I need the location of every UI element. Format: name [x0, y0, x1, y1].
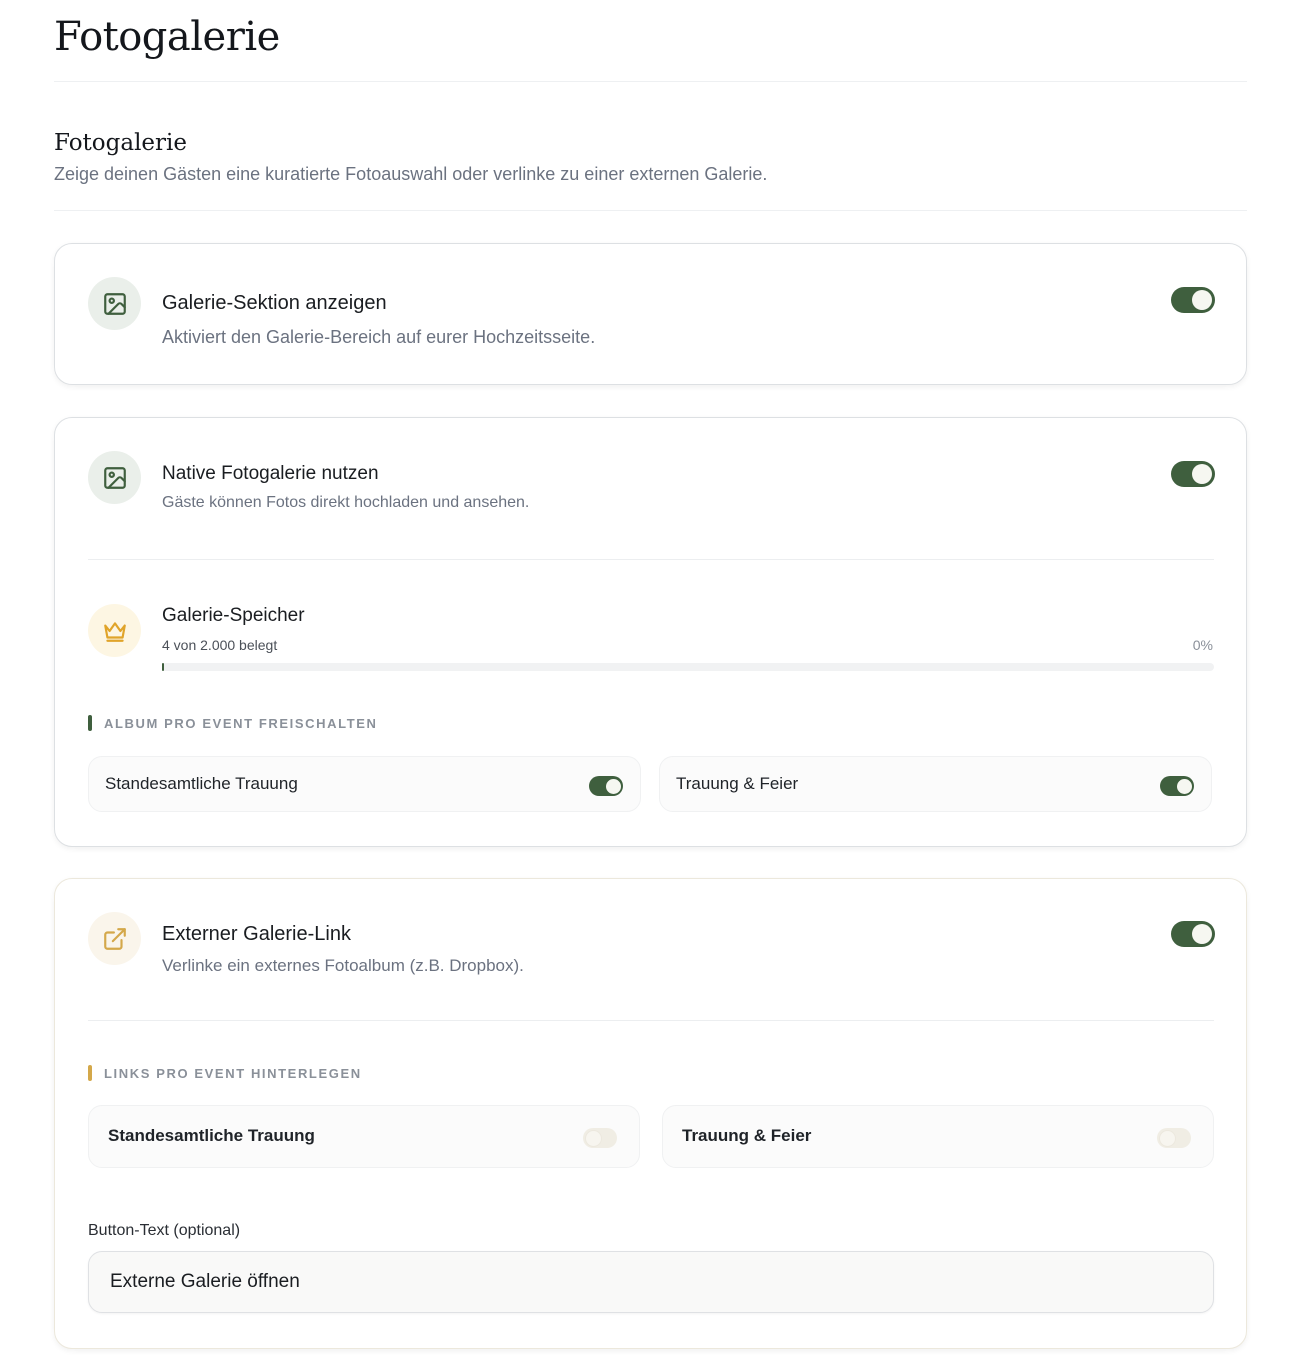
- event-label: Trauung & Feier: [676, 774, 799, 793]
- toggle-knob: [605, 778, 621, 794]
- divider: [88, 559, 1214, 560]
- page-title: Fotogalerie: [54, 14, 280, 60]
- external-link-icon: [88, 912, 141, 965]
- links-heading-text: LINKS PRO EVENT HINTERLEGEN: [104, 1066, 362, 1081]
- event-pill-feier: Trauung & Feier: [659, 756, 1212, 812]
- link-toggle-standesamt[interactable]: [583, 1128, 617, 1148]
- native-gallery-subtitle: Gäste können Fotos direkt hochladen und …: [162, 494, 530, 511]
- toggle-knob: [1192, 290, 1212, 310]
- links-heading: LINKS PRO EVENT HINTERLEGEN: [88, 1065, 362, 1081]
- section-title: Fotogalerie: [54, 130, 188, 156]
- storage-progress-bar: [162, 663, 1214, 671]
- event-toggle-standesamt[interactable]: [589, 776, 623, 796]
- show-section-title: Galerie-Sektion anzeigen: [162, 292, 387, 314]
- image-icon: [88, 277, 141, 330]
- storage-usage-text: 4 von 2.000 belegt: [162, 637, 278, 653]
- crown-icon: [88, 604, 141, 657]
- external-link-subtitle: Verlinke ein externes Fotoalbum (z.B. Dr…: [162, 956, 524, 975]
- event-label: Standesamtliche Trauung: [105, 774, 298, 793]
- toggle-knob: [1159, 1130, 1175, 1146]
- event-label: Trauung & Feier: [682, 1126, 812, 1145]
- event-label: Standesamtliche Trauung: [108, 1126, 315, 1145]
- heading-accent-bar: [88, 1065, 92, 1081]
- show-section-subtitle: Aktiviert den Galerie-Bereich auf eurer …: [162, 327, 596, 347]
- event-pill-standesamt: Standesamtliche Trauung: [88, 756, 641, 812]
- event-toggle-feier[interactable]: [1160, 776, 1194, 796]
- show-section-toggle[interactable]: [1171, 287, 1215, 313]
- button-text-input[interactable]: [88, 1251, 1214, 1313]
- toggle-knob: [585, 1130, 601, 1146]
- storage-percent: 0%: [1192, 637, 1213, 653]
- toggle-knob: [1192, 924, 1212, 944]
- link-toggle-feier[interactable]: [1157, 1128, 1191, 1148]
- link-pill-feier: Trauung & Feier: [662, 1105, 1214, 1168]
- album-heading: ALBUM PRO EVENT FREISCHALTEN: [88, 715, 378, 731]
- toggle-knob: [1192, 464, 1212, 484]
- divider: [88, 1020, 1214, 1021]
- native-gallery-title: Native Fotogalerie nutzen: [162, 463, 379, 484]
- external-link-title: Externer Galerie-Link: [162, 923, 351, 945]
- storage-progress-fill: [162, 663, 165, 671]
- heading-accent-bar: [88, 715, 92, 731]
- album-heading-text: ALBUM PRO EVENT FREISCHALTEN: [104, 716, 378, 731]
- storage-title: Galerie-Speicher: [162, 605, 305, 626]
- button-text-label: Button-Text (optional): [88, 1222, 241, 1239]
- card-show-section: Galerie-Sektion anzeigen Aktiviert den G…: [54, 243, 1247, 385]
- link-pill-standesamt: Standesamtliche Trauung: [88, 1105, 640, 1168]
- card-external-link: Externer Galerie-Link Verlinke ein exter…: [54, 878, 1247, 1349]
- toggle-knob: [1176, 778, 1192, 794]
- native-gallery-toggle[interactable]: [1171, 461, 1215, 487]
- external-link-toggle[interactable]: [1171, 921, 1215, 947]
- divider: [54, 210, 1247, 211]
- divider: [54, 81, 1247, 82]
- image-icon: [88, 451, 141, 504]
- section-subtitle: Zeige deinen Gästen eine kuratierte Foto…: [54, 164, 768, 184]
- card-native-gallery: Native Fotogalerie nutzen Gäste können F…: [54, 417, 1247, 847]
